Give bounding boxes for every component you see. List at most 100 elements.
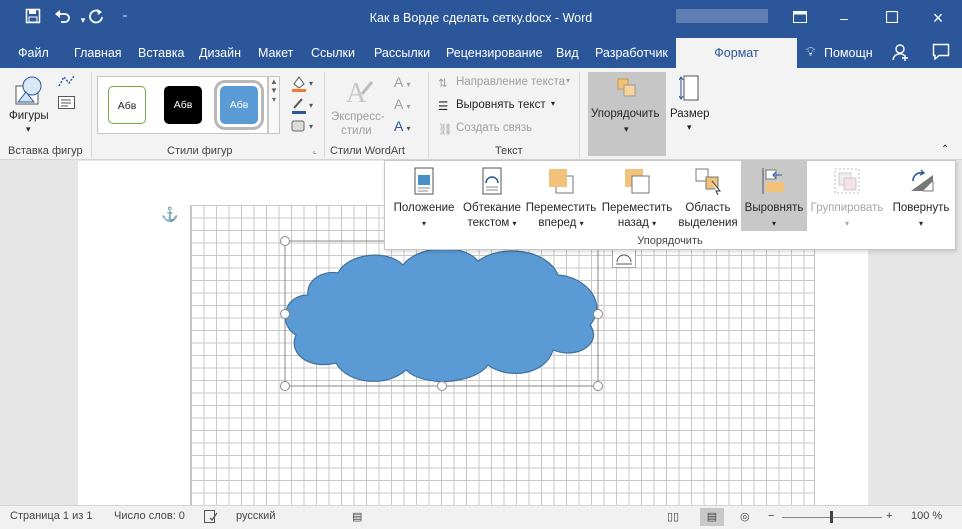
rotate-button[interactable]: Повернуть ▾ bbox=[887, 161, 955, 231]
cloud-shape[interactable] bbox=[278, 235, 612, 395]
zoom-out-button[interactable]: − bbox=[768, 510, 774, 522]
maximize-icon[interactable] bbox=[878, 6, 906, 30]
shape-effects-icon[interactable]: ▾ bbox=[290, 118, 316, 137]
text-outline-icon[interactable]: A ▾ bbox=[394, 96, 410, 112]
resize-handle[interactable] bbox=[280, 236, 290, 246]
align-text-button[interactable]: Выровнять текст bbox=[456, 99, 546, 111]
zoom-level[interactable]: 100 % bbox=[911, 510, 942, 522]
macro-icon[interactable]: ▤ bbox=[352, 510, 362, 523]
send-backward-label-2: назад bbox=[617, 217, 649, 229]
shapes-button[interactable]: Фигуры bbox=[9, 110, 49, 122]
tab-review[interactable]: Рецензирование bbox=[446, 46, 543, 60]
shape-style-dark[interactable]: Абв bbox=[164, 86, 202, 124]
resize-handle[interactable] bbox=[593, 381, 603, 391]
resize-handle[interactable] bbox=[593, 309, 603, 319]
resize-handle[interactable] bbox=[280, 309, 290, 319]
position-label: Положение bbox=[393, 202, 455, 214]
arrange-group-label: Упорядочить bbox=[637, 235, 703, 247]
wordart-quick-styles-icon[interactable]: A bbox=[344, 74, 374, 111]
rotate-icon bbox=[911, 169, 934, 192]
chevron-down-icon: ▾ bbox=[512, 219, 517, 228]
layout-options-icon[interactable] bbox=[612, 248, 636, 268]
size-button[interactable]: Размер bbox=[670, 108, 710, 120]
zoom-slider-thumb[interactable] bbox=[830, 511, 833, 523]
language-indicator[interactable]: русский bbox=[236, 510, 275, 522]
text-box-icon[interactable] bbox=[58, 96, 76, 113]
proofing-icon[interactable] bbox=[204, 510, 218, 526]
read-mode-icon[interactable]: ▯▯ bbox=[667, 510, 679, 523]
align-text-icon: ☰ bbox=[438, 101, 449, 113]
edit-shape-icon[interactable] bbox=[57, 74, 77, 91]
dialog-launcher-icon[interactable]: ⌞ bbox=[313, 146, 317, 155]
resize-handle[interactable] bbox=[437, 381, 447, 391]
create-link-button[interactable]: Создать связь bbox=[456, 122, 532, 134]
comments-icon[interactable] bbox=[932, 43, 950, 64]
bring-forward-button[interactable]: Переместить вперед ▾ bbox=[523, 161, 599, 231]
group-label: Группировать bbox=[810, 202, 884, 214]
text-group-label: Текст bbox=[495, 145, 523, 157]
print-layout-icon[interactable]: ▤ bbox=[700, 508, 724, 526]
tab-format[interactable]: Формат bbox=[676, 38, 797, 68]
wordart-styles-line1[interactable]: Экспресс- bbox=[331, 111, 385, 123]
group-button[interactable]: Группировать ▾ bbox=[807, 161, 887, 231]
chevron-down-icon[interactable]: ▾ bbox=[687, 122, 692, 133]
shape-fill-icon[interactable]: ▾ bbox=[290, 74, 316, 95]
wrap-text-label-2: текстом bbox=[467, 217, 510, 229]
chevron-down-icon: ▾ bbox=[652, 219, 657, 228]
resize-handle[interactable] bbox=[280, 381, 290, 391]
group-divider bbox=[324, 72, 325, 158]
account-name[interactable] bbox=[676, 9, 768, 23]
tab-developer[interactable]: Разработчик bbox=[595, 46, 668, 60]
chevron-down-icon[interactable]: ▾ bbox=[26, 124, 31, 135]
word-count[interactable]: Число слов: 0 bbox=[114, 510, 185, 522]
tab-view[interactable]: Вид bbox=[556, 46, 579, 60]
minimize-icon[interactable]: – bbox=[830, 6, 858, 30]
page-count[interactable]: Страница 1 из 1 bbox=[10, 510, 92, 522]
send-backward-icon bbox=[625, 169, 650, 194]
wrap-text-button[interactable]: Обтекание текстом ▾ bbox=[459, 161, 525, 231]
text-direction-button[interactable]: Направление текста bbox=[456, 76, 565, 88]
shape-style-outline[interactable]: Абв bbox=[108, 86, 146, 124]
group-divider bbox=[428, 72, 429, 158]
size-icon[interactable] bbox=[678, 74, 701, 105]
position-button[interactable]: Положение ▾ bbox=[387, 161, 461, 231]
tab-layout[interactable]: Макет bbox=[258, 46, 293, 60]
bring-forward-label-2: вперед bbox=[538, 217, 577, 229]
tab-home[interactable]: Главная bbox=[74, 46, 122, 60]
svg-text:▾: ▾ bbox=[309, 79, 313, 88]
text-effects-icon[interactable]: A ▾ bbox=[394, 118, 410, 134]
web-layout-icon[interactable]: ◎ bbox=[740, 510, 750, 523]
tab-design[interactable]: Дизайн bbox=[199, 46, 241, 60]
tab-references[interactable]: Ссылки bbox=[311, 46, 355, 60]
shape-outline-icon[interactable]: ▾ bbox=[290, 96, 316, 117]
arrange-icon bbox=[617, 78, 637, 101]
zoom-in-button[interactable]: + bbox=[886, 510, 892, 522]
group-icon bbox=[834, 168, 860, 194]
arrange-button[interactable]: Упорядочить ▾ bbox=[588, 72, 666, 156]
wordart-styles-line2[interactable]: стили bbox=[341, 125, 372, 137]
ribbon: Фигуры ▾ Вставка фигур Абв Абв Абв ▲ ▼ ▾ ▾… bbox=[0, 68, 962, 160]
text-direction-icon: ⇅ bbox=[438, 78, 448, 90]
tab-insert[interactable]: Вставка bbox=[138, 46, 184, 60]
selection-pane-label: Область bbox=[685, 202, 731, 214]
text-fill-icon[interactable]: A ▾ bbox=[394, 74, 410, 90]
send-backward-button[interactable]: Переместить назад ▾ bbox=[599, 161, 675, 231]
ribbon-display-icon[interactable] bbox=[786, 6, 814, 30]
anchor-icon: ⚓ bbox=[161, 206, 179, 222]
shape-style-blue[interactable]: Абв bbox=[214, 80, 264, 130]
tell-me-search[interactable]: Помощн bbox=[824, 46, 873, 60]
tab-file[interactable]: Файл bbox=[18, 46, 49, 60]
arrange-label: Упорядочить bbox=[591, 108, 660, 120]
selection-pane-button[interactable]: Область выделения bbox=[675, 161, 741, 231]
share-icon[interactable] bbox=[892, 43, 910, 64]
align-label: Выровнять bbox=[744, 202, 804, 214]
chevron-down-icon: ▾ bbox=[566, 76, 571, 85]
close-icon[interactable]: × bbox=[924, 6, 952, 30]
chevron-down-icon: ▾ bbox=[918, 219, 923, 228]
gallery-scroll[interactable]: ▲ ▼ ▾ bbox=[268, 76, 280, 134]
shapes-icon[interactable] bbox=[12, 74, 48, 113]
align-button[interactable]: Выровнять ▾ bbox=[741, 161, 807, 231]
lightbulb-icon: 💡︎ bbox=[806, 44, 816, 59]
tab-mailings[interactable]: Рассылки bbox=[374, 46, 430, 60]
collapse-ribbon-icon[interactable]: ⌃ bbox=[941, 144, 949, 155]
